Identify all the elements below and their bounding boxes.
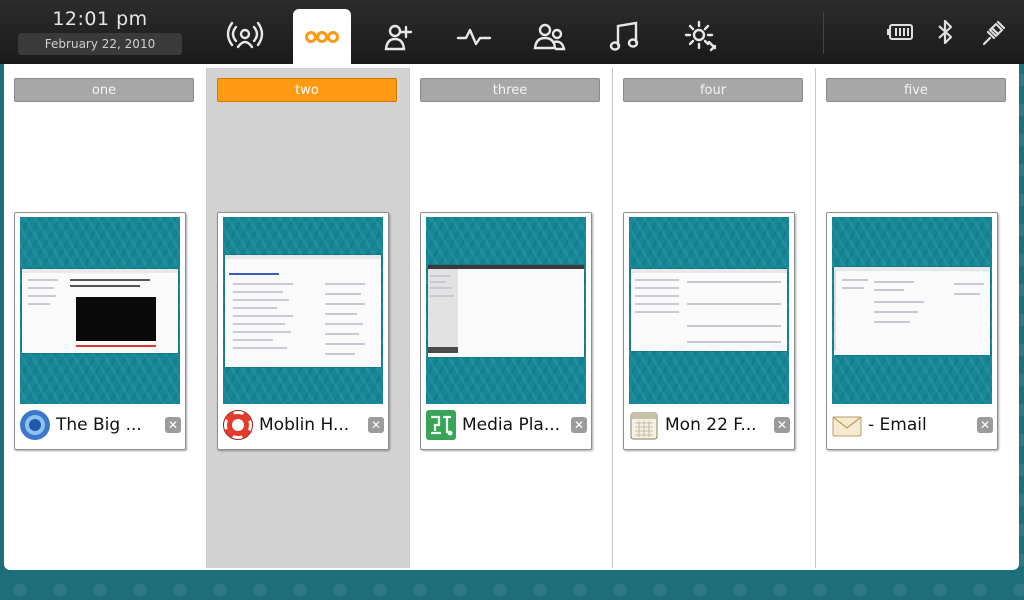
media-player-icon — [426, 410, 456, 440]
window-title: Media Pla... — [462, 415, 561, 435]
status-icon[interactable] — [216, 9, 274, 64]
window-title: Moblin H... — [259, 415, 350, 435]
window-thumbnail[interactable] — [223, 217, 383, 404]
window-thumbnail[interactable] — [832, 217, 992, 404]
window-footer: Mon 22 F... ✕ — [628, 409, 790, 441]
clock-time: 12:01 pm — [52, 8, 148, 30]
window-card[interactable]: - Email ✕ — [826, 212, 998, 450]
window-footer: The Big ... ✕ — [19, 409, 181, 441]
window-footer: Moblin H... ✕ — [222, 409, 384, 441]
top-toolbar: 12:01 pm February 22, 2010 — [0, 0, 1024, 64]
calendar-icon — [630, 412, 658, 440]
window-title: Mon 22 F... — [665, 415, 757, 435]
close-window-button[interactable]: ✕ — [165, 417, 181, 433]
zone-two[interactable]: two Moblin H... ✕ — [207, 68, 410, 568]
zone-label[interactable]: one — [14, 78, 194, 102]
zones-panel: one The Big ... ✕ two Moblin H... ✕ thre… — [4, 64, 1019, 570]
chromium-icon — [20, 410, 50, 440]
zone-four[interactable]: four Mon 22 F... ✕ — [613, 68, 816, 568]
clock[interactable]: 12:01 pm February 22, 2010 — [18, 6, 182, 60]
close-window-button[interactable]: ✕ — [368, 417, 384, 433]
close-window-button[interactable]: ✕ — [977, 417, 993, 433]
close-window-button[interactable]: ✕ — [774, 417, 790, 433]
window-thumbnail[interactable] — [20, 217, 180, 404]
toolbar-separator — [823, 12, 824, 54]
zone-label[interactable]: three — [420, 78, 600, 102]
window-card[interactable]: Moblin H... ✕ — [217, 212, 389, 450]
window-preview — [22, 269, 178, 353]
battery-icon[interactable] — [886, 16, 918, 48]
window-title: - Email — [868, 415, 927, 435]
zone-label[interactable]: four — [623, 78, 803, 102]
network-icon[interactable] — [978, 16, 1010, 48]
zones-icon[interactable] — [293, 9, 351, 64]
window-preview — [631, 269, 787, 351]
window-title: The Big ... — [56, 415, 142, 435]
window-thumbnail[interactable] — [426, 217, 586, 404]
music-icon[interactable] — [597, 9, 655, 64]
clock-date: February 22, 2010 — [18, 33, 182, 55]
close-window-button[interactable]: ✕ — [571, 417, 587, 433]
activity-icon[interactable] — [445, 9, 503, 64]
window-preview — [428, 265, 584, 357]
zone-one[interactable]: one The Big ... ✕ — [4, 68, 207, 568]
window-card[interactable]: Media Pla... ✕ — [420, 212, 592, 450]
window-thumbnail[interactable] — [629, 217, 789, 404]
contacts-icon[interactable] — [521, 9, 579, 64]
people-icon[interactable] — [369, 9, 427, 64]
window-card[interactable]: The Big ... ✕ — [14, 212, 186, 450]
bluetooth-icon[interactable] — [929, 16, 961, 48]
help-icon — [222, 409, 254, 441]
window-footer: - Email ✕ — [831, 409, 993, 441]
window-preview — [225, 255, 381, 367]
email-icon — [832, 416, 862, 437]
applications-icon[interactable] — [673, 9, 731, 64]
zone-three[interactable]: three Media Pla... ✕ — [410, 68, 613, 568]
window-card[interactable]: Mon 22 F... ✕ — [623, 212, 795, 450]
zone-label[interactable]: five — [826, 78, 1006, 102]
zone-label[interactable]: two — [217, 78, 397, 102]
window-preview — [834, 267, 990, 355]
zone-five[interactable]: five - Email ✕ — [816, 68, 1019, 568]
window-footer: Media Pla... ✕ — [425, 409, 587, 441]
